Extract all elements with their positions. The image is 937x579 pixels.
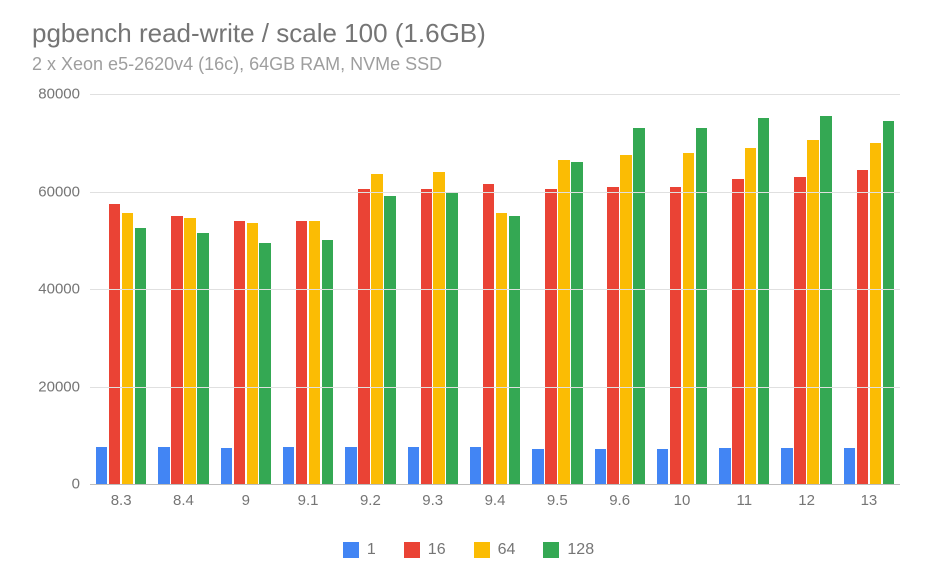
gridline (90, 192, 900, 193)
bar (446, 192, 457, 485)
legend-swatch (343, 542, 359, 558)
bar (696, 128, 707, 484)
bar (433, 172, 444, 484)
bar (135, 228, 146, 484)
bar (496, 213, 507, 484)
x-tick-label: 11 (713, 484, 775, 509)
bar (384, 196, 395, 484)
legend-swatch (404, 542, 420, 558)
bar (558, 160, 569, 484)
x-tick-label: 9.5 (526, 484, 588, 509)
bar (719, 448, 730, 484)
bar (470, 447, 481, 484)
bar (96, 447, 107, 484)
bar (421, 189, 432, 484)
legend-label: 128 (567, 541, 594, 559)
bar (620, 155, 631, 484)
plot-area: 8.38.499.19.29.39.49.59.610111213 020000… (90, 94, 900, 485)
legend: 1 16 64 128 (0, 541, 937, 559)
bar (670, 187, 681, 484)
bar (371, 174, 382, 484)
bar (184, 218, 195, 484)
bar (794, 177, 805, 484)
x-tick-label: 8.3 (90, 484, 152, 509)
bar (259, 243, 270, 484)
bar (732, 179, 743, 484)
y-tick-label: 20000 (38, 378, 90, 395)
x-tick-label: 9.6 (589, 484, 651, 509)
bar (247, 223, 258, 484)
bar (408, 447, 419, 484)
bar (745, 148, 756, 484)
chart-container: pgbench read-write / scale 100 (1.6GB) 2… (0, 0, 937, 579)
x-tick-label: 8.4 (152, 484, 214, 509)
x-tick-label: 9.2 (339, 484, 401, 509)
bar (781, 448, 792, 484)
gridline (90, 289, 900, 290)
x-tick-label: 13 (838, 484, 900, 509)
x-tick-label: 9 (215, 484, 277, 509)
bar (545, 189, 556, 484)
gridline (90, 94, 900, 95)
bar (571, 162, 582, 484)
x-tick-label: 9.4 (464, 484, 526, 509)
x-tick-label: 9.1 (277, 484, 339, 509)
bar (109, 204, 120, 484)
bar (844, 448, 855, 484)
bar (309, 221, 320, 484)
legend-swatch (543, 542, 559, 558)
bar (633, 128, 644, 484)
bar (483, 184, 494, 484)
bar (283, 447, 294, 484)
chart-title: pgbench read-write / scale 100 (1.6GB) (32, 18, 486, 49)
legend-item: 128 (543, 541, 594, 559)
x-tick-label: 12 (775, 484, 837, 509)
x-tick-label: 9.3 (402, 484, 464, 509)
bar (322, 240, 333, 484)
legend-label: 64 (498, 541, 516, 559)
gridline (90, 387, 900, 388)
y-tick-label: 0 (72, 476, 90, 493)
bar (758, 118, 769, 484)
bar (358, 189, 369, 484)
legend-label: 16 (428, 541, 446, 559)
chart-subtitle: 2 x Xeon e5-2620v4 (16c), 64GB RAM, NVMe… (32, 54, 442, 75)
y-tick-label: 60000 (38, 183, 90, 200)
bar (683, 153, 694, 485)
bar (607, 187, 618, 484)
bar (883, 121, 894, 484)
bar (171, 216, 182, 484)
y-tick-label: 80000 (38, 86, 90, 103)
bar (657, 449, 668, 484)
bar (870, 143, 881, 484)
legend-item: 16 (404, 541, 446, 559)
bar (820, 116, 831, 484)
bar (158, 447, 169, 484)
bar (345, 447, 356, 484)
y-tick-label: 40000 (38, 281, 90, 298)
bar (234, 221, 245, 484)
bar (532, 449, 543, 484)
x-tick-label: 10 (651, 484, 713, 509)
legend-item: 64 (474, 541, 516, 559)
bar (296, 221, 307, 484)
bar (122, 213, 133, 484)
legend-item: 1 (343, 541, 376, 559)
legend-label: 1 (367, 541, 376, 559)
legend-swatch (474, 542, 490, 558)
bar (221, 448, 232, 484)
bar (509, 216, 520, 484)
bar (595, 449, 606, 484)
bar (857, 170, 868, 484)
bar (197, 233, 208, 484)
